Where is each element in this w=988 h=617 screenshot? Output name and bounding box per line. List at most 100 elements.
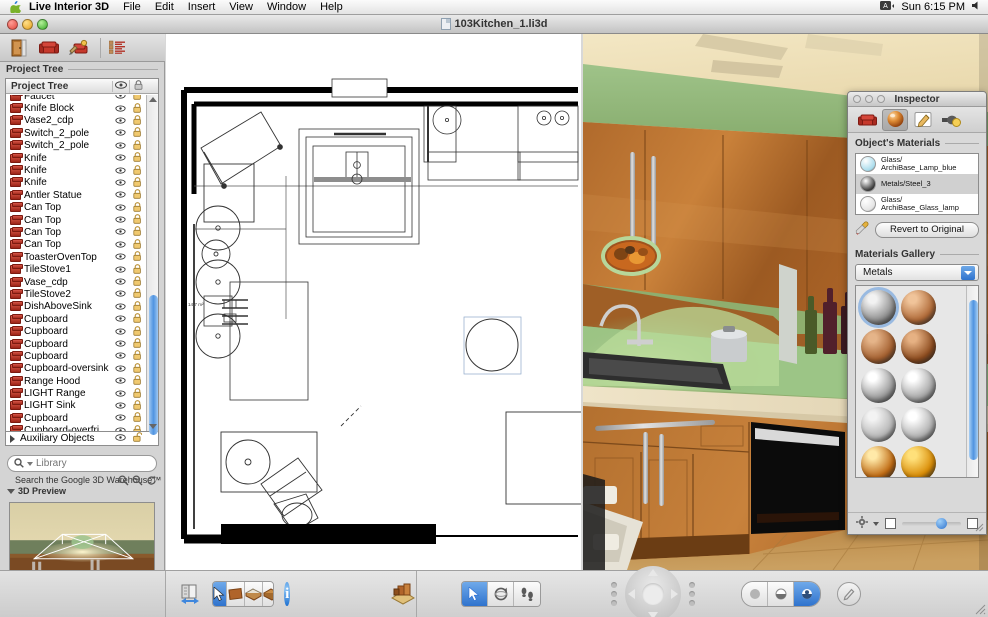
tree-lock-toggle[interactable] [129, 264, 146, 276]
tree-visibility-toggle[interactable] [112, 302, 129, 312]
tree-row[interactable]: Can Top [6, 226, 158, 238]
gallery-swatch[interactable] [861, 407, 896, 442]
inspector-tab-object[interactable] [854, 109, 880, 131]
tree-lock-toggle[interactable] [129, 425, 146, 431]
tree-visibility-toggle[interactable] [112, 376, 129, 386]
tree-lock-toggle[interactable] [129, 301, 146, 313]
tree-lock-toggle[interactable] [129, 95, 146, 102]
tree-lock-toggle[interactable] [129, 388, 146, 400]
materials-tool-button[interactable] [68, 37, 90, 59]
tree-lock-toggle[interactable] [129, 350, 146, 362]
gallery-swatch[interactable] [901, 290, 936, 325]
tree-visibility-toggle[interactable] [112, 128, 129, 138]
tree-lock-toggle[interactable] [129, 115, 146, 127]
slab-tool[interactable] [263, 582, 274, 606]
tree-visibility-toggle[interactable] [112, 104, 129, 114]
menu-app-name[interactable]: Live Interior 3D [21, 0, 116, 15]
tree-row[interactable]: Vase2_cdp [6, 115, 158, 127]
wall-tool[interactable] [227, 582, 245, 606]
tree-row[interactable]: Switch_2_pole [6, 127, 158, 139]
material-list-item[interactable]: Metals/Steel_3 [856, 174, 978, 194]
volume-icon[interactable] [972, 1, 982, 13]
quality-medium-button[interactable] [768, 582, 794, 606]
render-settings-button[interactable] [837, 582, 861, 606]
tree-row[interactable]: Knife [6, 164, 158, 176]
tree-visibility-toggle[interactable] [112, 339, 129, 349]
auxiliary-visibility-toggle[interactable] [112, 433, 129, 444]
inspector-tab-light[interactable] [938, 109, 964, 131]
navigation-pad[interactable] [625, 566, 681, 617]
floor-plan-canvas[interactable]: 14.7 m² [166, 34, 581, 570]
tree-lock-toggle[interactable] [129, 363, 146, 375]
gallery-swatch[interactable] [901, 368, 936, 403]
tree-row[interactable]: Can Top [6, 239, 158, 251]
tree-row[interactable]: Cupboard [6, 412, 158, 424]
tree-lock-toggle[interactable] [129, 165, 146, 177]
tree-row[interactable]: Switch_2_pole [6, 140, 158, 152]
render-button[interactable] [390, 580, 416, 608]
tree-lock-toggle[interactable] [129, 214, 146, 226]
tree-row[interactable]: LIGHT Sink [6, 400, 158, 412]
inspector-resize-grip[interactable] [974, 522, 984, 532]
nav-left-dots[interactable] [611, 582, 617, 606]
window-titlebar[interactable]: 103Kitchen_1.li3d [0, 15, 988, 34]
quality-low-button[interactable] [742, 582, 768, 606]
tree-lock-toggle[interactable] [129, 338, 146, 350]
window-resize-grip[interactable] [974, 603, 986, 615]
project-tree[interactable]: Project Tree FaucetKnife BlockVase2_cdpS… [5, 78, 159, 432]
tree-visibility-toggle[interactable] [112, 389, 129, 399]
keyboard-input-menu-icon[interactable]: A [880, 1, 894, 14]
materials-gallery-grid-container[interactable] [855, 285, 979, 478]
preview-disclosure-icon[interactable] [7, 489, 15, 494]
gallery-scrollbar-thumb[interactable] [969, 300, 978, 460]
walk-tool[interactable] [514, 582, 540, 606]
small-thumbnails-icon[interactable] [885, 518, 896, 529]
tree-row[interactable]: Antler Statue [6, 189, 158, 201]
menu-item-view[interactable]: View [222, 0, 260, 15]
tree-row[interactable]: Faucet [6, 95, 158, 102]
tree-visibility-toggle[interactable] [112, 116, 129, 126]
menu-bar-clock[interactable]: Sun 6:15 PM [901, 1, 965, 13]
tree-lock-toggle[interactable] [129, 326, 146, 338]
tree-row[interactable]: Knife [6, 152, 158, 164]
tree-visibility-toggle[interactable] [112, 190, 129, 200]
column-header-visibility[interactable] [112, 81, 129, 92]
tree-row[interactable]: DishAboveSink [6, 301, 158, 313]
tree-row[interactable]: TileStove1 [6, 263, 158, 275]
column-header-lock[interactable] [129, 80, 146, 93]
tree-row[interactable]: Can Top [6, 214, 158, 226]
menu-item-insert[interactable]: Insert [181, 0, 223, 15]
materials-gallery-grid[interactable] [856, 286, 966, 478]
tree-lock-toggle[interactable] [129, 375, 146, 387]
project-tree-scrollbar[interactable] [146, 95, 158, 431]
tree-lock-toggle[interactable] [129, 400, 146, 412]
inspector-titlebar[interactable]: Inspector [848, 92, 986, 107]
select-3d-tool[interactable] [462, 582, 488, 606]
column-header-name[interactable]: Project Tree [6, 81, 112, 92]
material-list-item[interactable]: Glass/ArchiBase_Glass_lamp [856, 194, 978, 214]
tree-visibility-toggle[interactable] [112, 289, 129, 299]
material-list-item[interactable]: Glass/ArchiBase_Lamp_blue [856, 154, 978, 174]
auxiliary-lock-toggle[interactable] [129, 432, 146, 445]
disclosure-triangle-icon[interactable] [10, 435, 15, 443]
tree-visibility-toggle[interactable] [112, 426, 129, 431]
library-search-field[interactable] [7, 455, 157, 472]
tree-visibility-toggle[interactable] [112, 166, 129, 176]
tree-lock-toggle[interactable] [129, 177, 146, 189]
select-tool[interactable] [213, 582, 227, 606]
menu-item-file[interactable]: File [116, 0, 148, 15]
auxiliary-objects-row[interactable]: Auxiliary Objects [5, 432, 159, 446]
gallery-scrollbar[interactable] [966, 286, 978, 477]
tree-row[interactable]: Range Hood [6, 375, 158, 387]
revert-to-original-button[interactable]: Revert to Original [875, 222, 979, 238]
tree-visibility-toggle[interactable] [112, 240, 129, 250]
tree-visibility-toggle[interactable] [112, 252, 129, 262]
library-search-input[interactable] [36, 458, 150, 469]
gallery-swatch[interactable] [901, 407, 936, 442]
tree-row[interactable]: Vase_cdp [6, 276, 158, 288]
object-materials-list[interactable]: Glass/ArchiBase_Lamp_blueMetals/Steel_3G… [855, 153, 979, 215]
tree-visibility-toggle[interactable] [112, 401, 129, 411]
menu-item-help[interactable]: Help [313, 0, 350, 15]
menu-item-edit[interactable]: Edit [148, 0, 181, 15]
tree-lock-toggle[interactable] [129, 251, 146, 263]
